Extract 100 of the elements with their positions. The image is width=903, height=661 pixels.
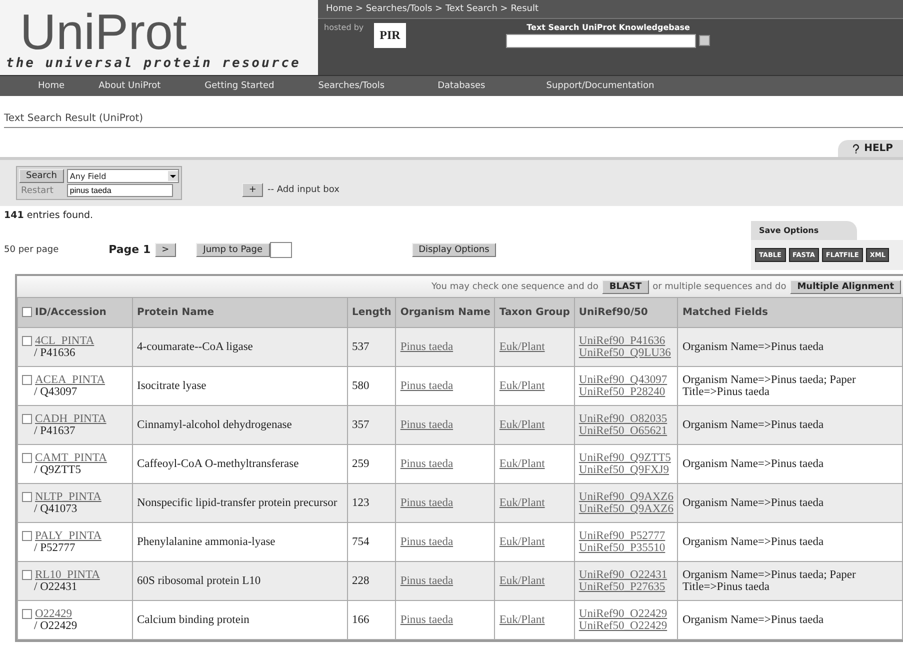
display-options-button[interactable]: Display Options bbox=[412, 242, 496, 256]
table-cell: 123 bbox=[348, 484, 396, 522]
accession-text: / O22429 bbox=[33, 620, 78, 632]
alignment-button[interactable]: Multiple Alignment bbox=[790, 280, 901, 294]
table-cell: Cinnamyl-alcohol dehydrogenase bbox=[132, 406, 348, 444]
result-count: 141 entries found. bbox=[4, 210, 94, 221]
nav-link[interactable]: About UniProt bbox=[98, 81, 161, 91]
go-icon[interactable] bbox=[699, 34, 710, 46]
table-cell: Organism Name=>Pinus taeda; Paper Title=>Pinus taeda bbox=[678, 562, 902, 600]
entry-id-link[interactable]: O22429 bbox=[22, 608, 128, 620]
uniref-link[interactable]: UniRef90_P52777 bbox=[578, 530, 674, 542]
nav-link[interactable]: Databases bbox=[438, 81, 486, 91]
page-label: Page 1 bbox=[108, 243, 151, 256]
table-cell: Organism Name=>Pinus taeda bbox=[678, 522, 902, 562]
checkbox[interactable] bbox=[22, 492, 32, 502]
uniref-link[interactable]: UniRef50_Q9LU36 bbox=[578, 347, 674, 359]
checkbox[interactable] bbox=[22, 375, 32, 386]
checkbox[interactable] bbox=[22, 414, 32, 424]
uniref-link[interactable]: UniRef50_P28240 bbox=[578, 386, 674, 398]
entry-id-link[interactable]: 4CL_PINTA bbox=[22, 335, 128, 347]
uniref-link[interactable]: UniRef90_O22431 bbox=[578, 569, 674, 581]
caret-icon bbox=[168, 171, 178, 181]
table-cell: Nonspecific lipid-transfer protein precursor bbox=[132, 484, 348, 522]
accession-text: / Q43097 bbox=[33, 386, 78, 398]
uniref-link[interactable]: UniRef90_Q43097 bbox=[578, 374, 674, 386]
entry-id-link[interactable]: CAMT_PINTA bbox=[22, 452, 128, 464]
column-header: ID/Accession bbox=[18, 298, 132, 328]
table-cell: Calcium binding protein bbox=[132, 600, 348, 640]
table-cell: 259 bbox=[348, 444, 396, 484]
table-cell: Organism Name=>Pinus taeda bbox=[678, 328, 902, 366]
column-header: Protein Name bbox=[132, 298, 348, 328]
add-input-button[interactable]: + bbox=[242, 183, 264, 197]
entry-id-link[interactable]: CADH_PINTA bbox=[22, 413, 128, 425]
restart-button[interactable]: Restart bbox=[19, 184, 64, 197]
table-cell: 754 bbox=[348, 522, 396, 562]
entry-id-link[interactable]: PALY_PINTA bbox=[22, 530, 128, 542]
table-cell: 60S ribosomal protein L10 bbox=[132, 562, 348, 600]
table-cell: 4-coumarate--CoA ligase bbox=[132, 328, 348, 366]
logo-title: UniProt bbox=[20, 8, 187, 56]
column-header: Taxon Group bbox=[494, 298, 574, 328]
per-page-label: 50 per page bbox=[4, 244, 59, 254]
table-cell: Organism Name=>Pinus taeda bbox=[678, 406, 902, 444]
checkbox[interactable] bbox=[22, 453, 32, 464]
checkbox[interactable] bbox=[22, 570, 32, 580]
checkbox[interactable] bbox=[22, 609, 32, 620]
uniref-link[interactable]: UniRef90_Q9ZTT5 bbox=[578, 452, 674, 464]
accession-text: / P41636 bbox=[33, 347, 76, 359]
table-cell: 580 bbox=[348, 366, 396, 406]
field-select[interactable]: Any Field bbox=[66, 169, 179, 183]
nav-link[interactable]: Getting Started bbox=[204, 81, 274, 91]
nav-link[interactable]: Support/Documentation bbox=[546, 81, 654, 91]
uniref-link[interactable]: UniRef50_P27635 bbox=[578, 581, 674, 593]
hosted-by-label: hosted by bbox=[324, 23, 364, 32]
column-header: UniRef90/50 bbox=[574, 298, 678, 328]
uniref-link[interactable]: UniRef90_P41636 bbox=[578, 335, 674, 347]
quick-search-label: Text Search UniProt Knowledgebase bbox=[526, 23, 690, 32]
accession-text: / P41637 bbox=[33, 425, 76, 437]
uniref-link[interactable]: UniRef50_Q9FXJ9 bbox=[578, 464, 674, 476]
table-cell: Organism Name=>Pinus taeda bbox=[678, 444, 902, 484]
column-header: Matched Fields bbox=[678, 298, 902, 328]
table-cell: Organism Name=>Pinus taeda bbox=[678, 484, 902, 522]
table-cell: 357 bbox=[348, 406, 396, 444]
uniref-link[interactable]: UniRef50_O65621 bbox=[578, 425, 674, 437]
help-icon bbox=[852, 144, 860, 154]
checkbox[interactable] bbox=[22, 307, 32, 318]
save-options-tab[interactable]: Save Options bbox=[751, 221, 857, 240]
checkbox[interactable] bbox=[22, 531, 32, 542]
action-hint: or multiple sequences and do bbox=[652, 282, 786, 292]
table-cell: Isocitrate lyase bbox=[132, 366, 348, 406]
action-hint: You may check one sequence and do bbox=[432, 282, 598, 292]
page-number-field[interactable] bbox=[270, 242, 292, 258]
quick-search-field[interactable] bbox=[506, 34, 696, 48]
next-page-button[interactable]: > bbox=[154, 242, 176, 256]
uniref-link[interactable]: UniRef50_Q9AXZ6 bbox=[578, 503, 674, 515]
uniref-link[interactable]: UniRef50_P35510 bbox=[578, 542, 674, 554]
uniref-link[interactable]: UniRef90_O22429 bbox=[578, 608, 674, 620]
table-cell: 537 bbox=[348, 328, 396, 366]
entry-id-link[interactable]: NLTP_PINTA bbox=[22, 491, 128, 503]
host-logo: PIR bbox=[374, 23, 406, 48]
entry-id-link[interactable]: ACEA_PINTA bbox=[22, 374, 128, 386]
table-cell: 166 bbox=[348, 600, 396, 640]
add-input-label: -- Add input box bbox=[267, 185, 340, 195]
uniref-link[interactable]: UniRef90_O82035 bbox=[578, 413, 674, 425]
uniref-link[interactable]: UniRef90_Q9AXZ6 bbox=[578, 491, 674, 503]
entry-id-link[interactable]: RL10_PINTA bbox=[22, 569, 128, 581]
accession-text: / O22431 bbox=[33, 581, 78, 593]
column-header: Length bbox=[348, 298, 396, 328]
page-title: Text Search Result (UniProt) bbox=[4, 113, 903, 128]
query-field[interactable]: pinus taeda bbox=[66, 184, 173, 197]
blast-button[interactable]: BLAST bbox=[602, 280, 649, 294]
help-tab[interactable]: HELP bbox=[838, 140, 903, 157]
checkbox[interactable] bbox=[22, 336, 32, 346]
uniref-link[interactable]: UniRef50_O22429 bbox=[578, 620, 674, 632]
table-cell: 228 bbox=[348, 562, 396, 600]
column-header: Organism Name bbox=[396, 298, 495, 328]
nav-link[interactable]: Searches/Tools bbox=[318, 81, 385, 91]
jump-to-page-button[interactable]: Jump to Page bbox=[196, 242, 270, 256]
search-button[interactable]: Search bbox=[19, 169, 64, 183]
nav-link[interactable]: Home bbox=[38, 81, 65, 91]
table-cell: Organism Name=>Pinus taeda bbox=[678, 600, 902, 640]
